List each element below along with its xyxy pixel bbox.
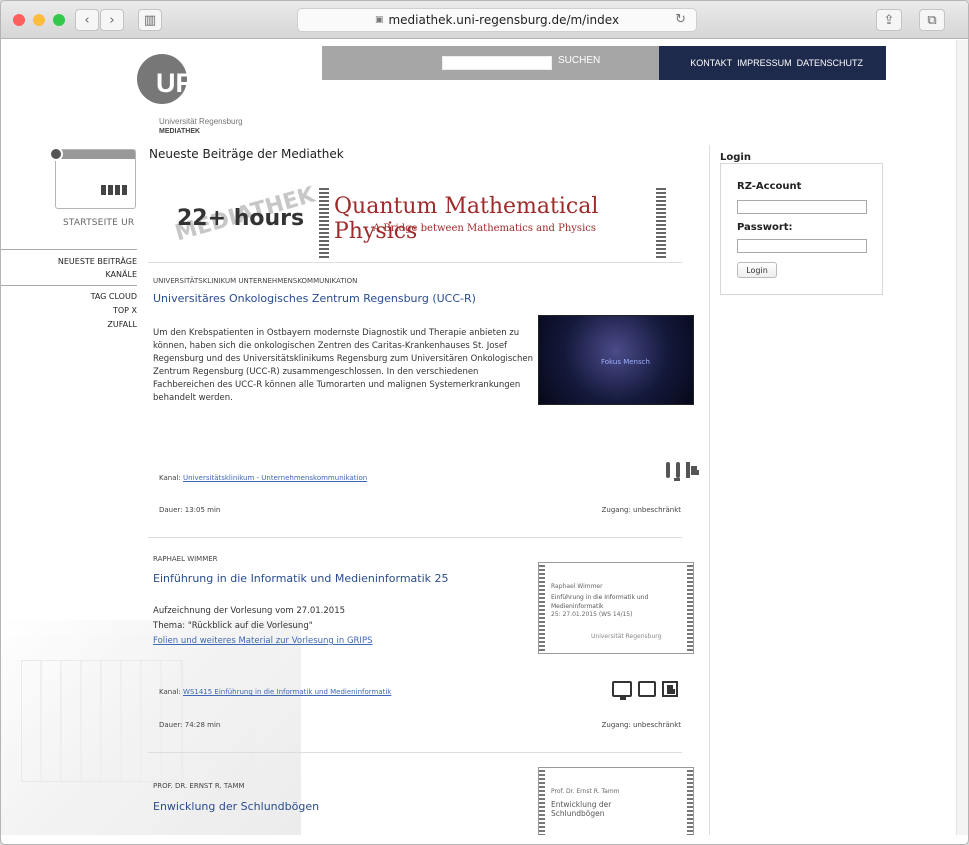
startseite-link[interactable]: STARTSEITE UR: [63, 218, 134, 228]
banner-subtitle: A Bridge between Mathematics and Physics: [373, 223, 596, 234]
browser-toolbar: ‹ › ▥ ▣ mediathek.uni-regensburg.de/m/in…: [1, 1, 968, 39]
reload-icon[interactable]: ↻: [675, 12, 686, 27]
address-bar[interactable]: ▣ mediathek.uni-regensburg.de/m/index ↻: [297, 8, 697, 32]
film-strip-icon: [539, 563, 545, 653]
entry-title[interactable]: Einführung in die Informatik und Medieni…: [153, 572, 449, 585]
entry-access: Zugang: unbeschränkt: [601, 506, 681, 514]
monitor-icon[interactable]: [612, 681, 632, 700]
tabs-button[interactable]: ⧉: [919, 9, 945, 31]
thumb-title: Fokus Mensch: [601, 358, 650, 366]
banner-title: Quantum Mathematical Physics: [334, 194, 599, 244]
thumb-title: Entwicklung der Schlundbögen: [551, 800, 612, 818]
search-button[interactable]: SUCHEN: [558, 55, 600, 66]
tabs-icon: ⧉: [927, 12, 937, 28]
back-button[interactable]: ‹: [75, 9, 99, 31]
thumb-title: Einführung in die Informatik und Medieni…: [551, 594, 649, 610]
sidebar-toggle-button[interactable]: ▥: [138, 9, 162, 31]
thumb-brand: Universität Regensburg: [591, 633, 662, 640]
password-field[interactable]: [737, 239, 867, 253]
entry-title[interactable]: Enwicklung der Schlundbögen: [153, 800, 319, 813]
channel-link[interactable]: WS1415 Einführung in die Informatik und …: [183, 688, 391, 696]
entry-channel: Kanal: WS1415 Einführung in die Informat…: [159, 688, 392, 696]
entry-description: Um den Krebspatienten in Ostbayern moder…: [153, 328, 533, 403]
download-icon[interactable]: [686, 462, 699, 478]
divider: [148, 752, 682, 753]
nav-impressum[interactable]: IMPRESSUM: [737, 58, 792, 68]
entry-thumbnail[interactable]: Prof. Dr. Ernst R. Tamm Entwicklung der …: [538, 767, 694, 835]
home-icon[interactable]: [49, 147, 136, 209]
minimize-window-button[interactable]: [33, 14, 45, 26]
tablet-icon[interactable]: [638, 681, 656, 697]
divider: [148, 537, 682, 538]
entry-line: Aufzeichnung der Vorlesung vom 27.01.201…: [153, 606, 346, 616]
forward-button[interactable]: ›: [100, 9, 124, 31]
share-button[interactable]: ⇪: [876, 9, 902, 31]
nav-neueste[interactable]: NEUESTE BEITRÄGE: [58, 255, 137, 268]
entry-author[interactable]: RAPHAEL WIMMER: [153, 555, 218, 563]
entry-duration: Dauer: 74:28 min: [159, 721, 221, 729]
page-title: Neueste Beiträge der Mediathek: [149, 147, 344, 161]
account-field[interactable]: [737, 200, 867, 214]
entry-access: Zugang: unbeschränkt: [601, 721, 681, 729]
entry-author[interactable]: UNIVERSITÄTSKLINIKUM UNTERNEHMENSKOMMUNI…: [153, 277, 357, 285]
nav-tagcloud[interactable]: TAG CLOUD: [91, 290, 137, 303]
tablet-icon[interactable]: [676, 462, 680, 478]
film-strip-icon: [539, 768, 545, 835]
sidebar-icon: ▥: [143, 12, 157, 28]
banner-hours: 22+ hours: [177, 206, 305, 231]
featured-banner[interactable]: MEDIATHEK 22+ hours Quantum Mathematical…: [148, 182, 679, 262]
nav-topx[interactable]: TOP X: [113, 304, 137, 317]
entry-thumbnail[interactable]: Fokus Mensch: [538, 315, 694, 405]
close-window-button[interactable]: [13, 14, 25, 26]
format-icons: [666, 462, 699, 481]
logo-mark: UR: [156, 68, 195, 98]
chevron-left-icon: ‹: [84, 12, 90, 28]
login-heading: Login: [720, 152, 751, 163]
nav-zufall[interactable]: ZUFALL: [107, 318, 137, 331]
nav-kanaele[interactable]: KANÄLE: [105, 268, 137, 281]
divider: [148, 262, 682, 263]
entry-author[interactable]: PROF. DR. ERNST R. TAMM: [153, 782, 245, 790]
nav-kontakt[interactable]: KONTAKT: [690, 58, 732, 68]
scrollbar[interactable]: [956, 40, 968, 835]
film-strip-icon: [319, 186, 329, 260]
share-icon: ⇪: [883, 12, 895, 28]
thumb-speaker: Prof. Dr. Ernst R. Tamm: [551, 788, 620, 795]
page-viewport: SUCHEN KONTAKT IMPRESSUM DATENSCHUTZ UR …: [1, 40, 968, 835]
divider: [1, 285, 137, 286]
password-label: Passwort:: [737, 222, 793, 233]
entry-title[interactable]: Universitäres Onkologisches Zentrum Rege…: [153, 292, 476, 305]
top-nav: KONTAKT IMPRESSUM DATENSCHUTZ: [659, 46, 886, 80]
entry-channel: Kanal: Universitätsklinikum - Unternehme…: [159, 474, 368, 482]
entry-line: Thema: "Rückblick auf die Vorlesung": [153, 621, 313, 631]
entry-thumbnail[interactable]: Raphael Wimmer Einführung in die Informa…: [538, 562, 694, 654]
nav-datenschutz[interactable]: DATENSCHUTZ: [797, 58, 863, 68]
logo-mediathek: MEDIATHEK: [159, 128, 201, 135]
account-label: RZ-Account: [737, 181, 802, 192]
monitor-icon[interactable]: [666, 462, 680, 481]
browser-window: ‹ › ▥ ▣ mediathek.uni-regensburg.de/m/in…: [0, 0, 969, 845]
film-strip-icon: [687, 768, 693, 835]
thumb-date: 25: 27.01.2015 (WS 14/15): [551, 611, 633, 618]
entry-link[interactable]: Folien und weiteres Material zur Vorlesu…: [153, 635, 533, 648]
search-bar: SUCHEN: [322, 46, 659, 80]
format-icons: [612, 681, 678, 700]
entry-duration: Dauer: 13:05 min: [159, 506, 221, 514]
thumb-speaker: Raphael Wimmer: [551, 583, 603, 590]
address-text: mediathek.uni-regensburg.de/m/index: [388, 13, 620, 27]
zoom-window-button[interactable]: [53, 14, 65, 26]
search-input[interactable]: [442, 56, 552, 70]
divider: [1, 249, 137, 250]
login-button[interactable]: Login: [737, 262, 777, 278]
download-icon[interactable]: [662, 681, 678, 697]
lock-icon: ▣: [374, 15, 384, 25]
film-strip-icon: [687, 563, 693, 653]
chevron-right-icon: ›: [109, 12, 115, 28]
channel-link[interactable]: Universitätsklinikum - Unternehmenskommu…: [183, 474, 367, 482]
logo-university: Universität Regensburg: [159, 117, 243, 126]
